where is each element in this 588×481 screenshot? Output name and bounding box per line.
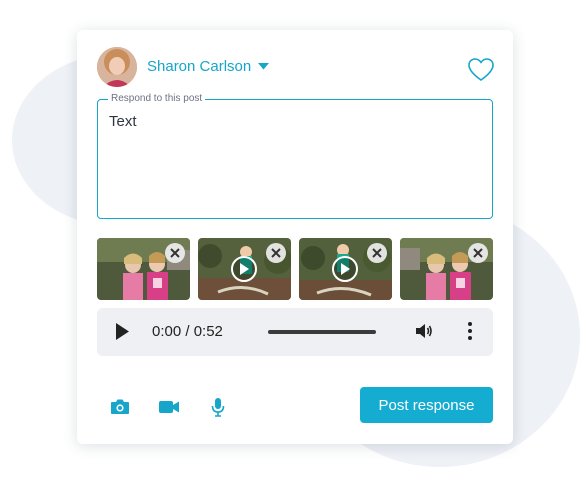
close-icon [271, 248, 281, 258]
play-video-button[interactable] [332, 256, 358, 282]
audio-seek-bar[interactable] [268, 330, 376, 334]
play-icon [240, 263, 249, 275]
user-name: Sharon Carlson [147, 58, 252, 75]
play-video-button[interactable] [231, 256, 257, 282]
microphone-icon[interactable] [207, 396, 229, 418]
remove-attachment-button[interactable] [266, 243, 286, 263]
remove-attachment-button[interactable] [165, 243, 185, 263]
audio-time: 0:00 / 0:52 [152, 323, 223, 340]
attachment-video[interactable] [198, 238, 291, 300]
user-switcher[interactable]: Sharon Carlson [147, 58, 270, 75]
response-field-legend: Respond to this post [108, 93, 206, 105]
attachment-photo[interactable] [97, 238, 190, 300]
attachment-photo[interactable] [400, 238, 493, 300]
close-icon [170, 248, 180, 258]
attachment-strip [97, 238, 493, 300]
heart-icon[interactable] [467, 57, 495, 83]
video-camera-icon[interactable] [158, 396, 180, 418]
play-icon [341, 263, 350, 275]
audio-player: 0:00 / 0:52 [97, 308, 493, 356]
post-response-button[interactable]: Post response [360, 387, 493, 423]
play-icon[interactable] [115, 323, 129, 340]
card-header: Sharon Carlson [97, 47, 495, 89]
close-icon [372, 248, 382, 258]
response-text[interactable]: Text [109, 113, 137, 130]
volume-icon[interactable] [415, 322, 433, 340]
camera-icon[interactable] [109, 396, 131, 418]
caret-down-icon [258, 63, 270, 70]
remove-attachment-button[interactable] [468, 243, 488, 263]
response-field[interactable]: Respond to this post Text [97, 93, 493, 219]
avatar [97, 47, 137, 87]
more-vertical-icon[interactable] [467, 321, 473, 341]
remove-attachment-button[interactable] [367, 243, 387, 263]
close-icon [473, 248, 483, 258]
attachment-video[interactable] [299, 238, 392, 300]
response-card: Sharon Carlson Respond to this post Text [77, 30, 513, 444]
